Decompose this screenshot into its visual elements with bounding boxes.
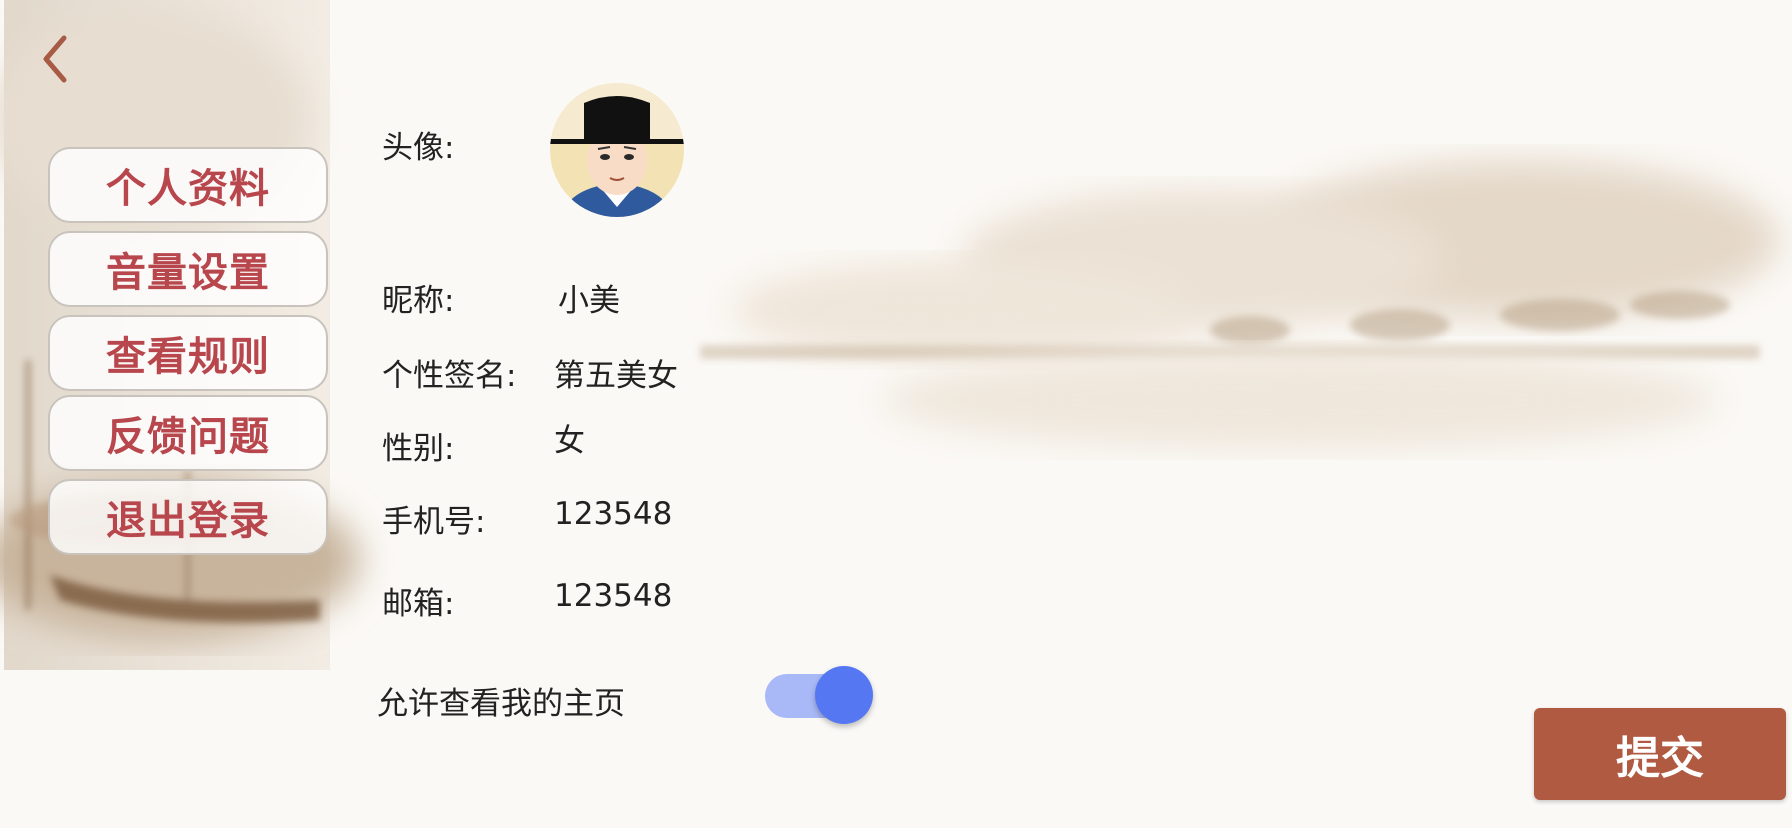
gender-value[interactable]: 女	[554, 415, 585, 460]
submit-button[interactable]: 提交	[1534, 708, 1786, 800]
avatar[interactable]	[550, 83, 684, 217]
sidebar-item-logout[interactable]: 退出登录	[48, 479, 328, 555]
sidebar-item-feedback[interactable]: 反馈问题	[48, 395, 328, 471]
email-value[interactable]: 123548	[554, 578, 672, 614]
avatar-label: 头像:	[382, 130, 455, 166]
phone-label: 手机号:	[382, 504, 486, 540]
nickname-value[interactable]: 小美	[558, 275, 620, 320]
toggle-knob	[815, 666, 873, 724]
chevron-left-icon[interactable]	[36, 30, 76, 88]
email-label: 邮箱:	[382, 586, 455, 622]
allow-homepage-toggle[interactable]	[765, 664, 875, 728]
gender-label: 性别:	[382, 431, 455, 467]
signature-value[interactable]: 第五美女	[554, 350, 678, 395]
sidebar-item-rules[interactable]: 查看规则	[48, 315, 328, 391]
sidebar-item-profile[interactable]: 个人资料	[48, 147, 328, 223]
signature-label: 个性签名:	[382, 358, 517, 394]
sidebar-item-volume[interactable]: 音量设置	[48, 231, 328, 307]
avatar-image	[550, 83, 684, 217]
phone-value[interactable]: 123548	[554, 496, 672, 532]
allow-homepage-label: 允许查看我的主页	[377, 686, 625, 722]
nickname-label: 昵称:	[382, 283, 455, 319]
